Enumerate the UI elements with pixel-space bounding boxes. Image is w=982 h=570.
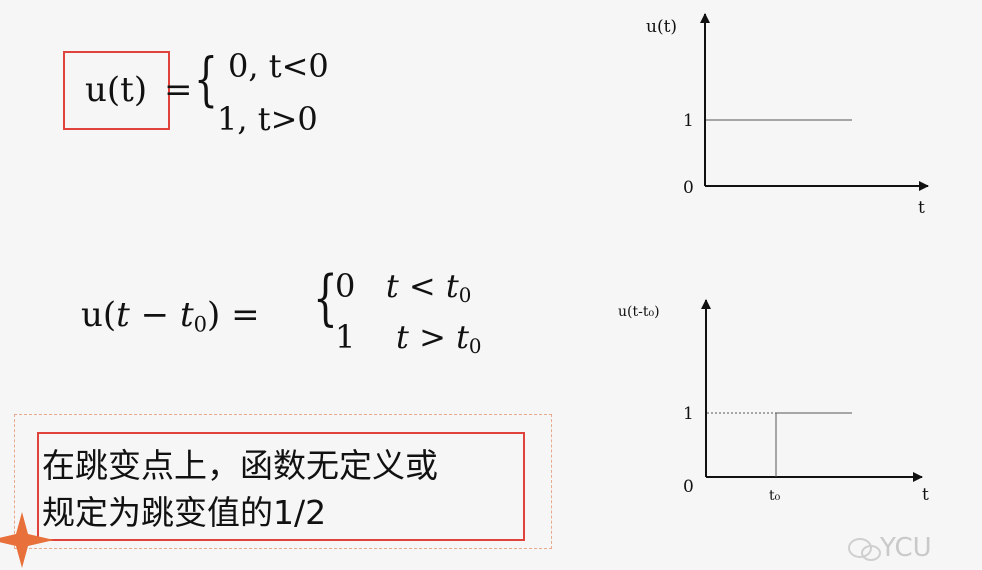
graph2-x-tick: t₀ <box>769 488 781 504</box>
graph1: u(t) 1 0 t <box>646 13 929 218</box>
graph2-x-label: t <box>922 485 929 505</box>
graph1-x-label: t <box>918 198 925 218</box>
graph2-tick-zero: 0 <box>683 477 694 497</box>
graph2-tick-one: 1 <box>683 404 694 424</box>
graph1-tick-zero: 0 <box>683 178 694 198</box>
graph2: u(t-t₀) 1 0 t₀ t <box>618 299 929 505</box>
graph2-y-label: u(t-t₀) <box>618 304 660 320</box>
graph1-y-label: u(t) <box>646 17 677 37</box>
graph1-tick-one: 1 <box>683 111 694 131</box>
star-decoration-icon <box>0 512 54 568</box>
graphs-canvas: u(t) 1 0 t u(t-t₀) 1 0 t₀ t <box>618 13 929 505</box>
watermark-text: YCU <box>880 533 932 563</box>
